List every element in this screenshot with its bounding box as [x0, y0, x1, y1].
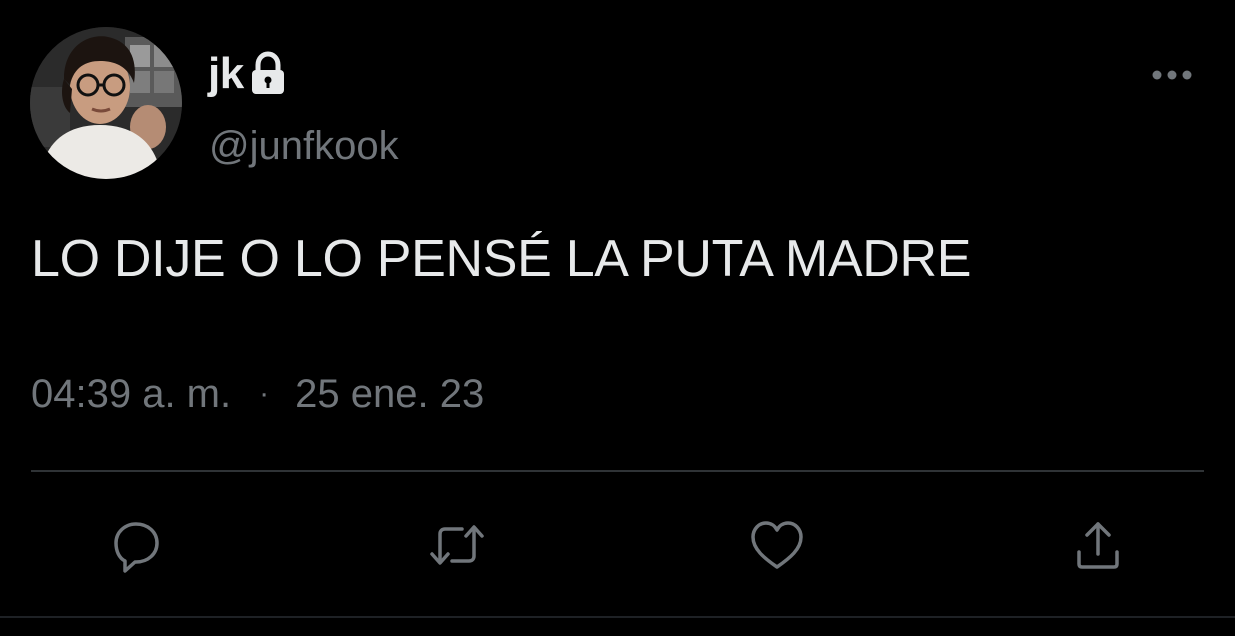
avatar[interactable]	[30, 27, 182, 179]
bottom-divider	[0, 616, 1235, 618]
retweet-button[interactable]	[422, 510, 492, 580]
like-button[interactable]	[742, 510, 812, 580]
divider	[31, 470, 1204, 472]
tweet-detail: jk @junfkook LO DIJE O LO PENSÉ LA PUTA …	[0, 0, 1235, 636]
tweet-text: LO DIJE O LO PENSÉ LA PUTA MADRE	[31, 230, 972, 288]
like-icon	[751, 521, 803, 569]
action-bar	[0, 510, 1235, 580]
tweet-timestamp[interactable]: 04:39 a. m. · 25 ene. 23	[31, 364, 484, 424]
share-icon	[1077, 522, 1119, 569]
share-button[interactable]	[1063, 510, 1133, 580]
author-handle[interactable]: @junfkook	[209, 118, 399, 174]
tweet-time[interactable]: 04:39 a. m.	[31, 372, 231, 417]
meta-separator: ·	[259, 377, 270, 410]
reply-button[interactable]	[101, 510, 171, 580]
reply-icon	[114, 522, 159, 573]
more-options-icon[interactable]	[1148, 60, 1196, 90]
display-name[interactable]: jk	[208, 44, 244, 104]
retweet-icon	[430, 525, 484, 565]
lock-icon	[248, 51, 288, 97]
avatar-image	[30, 27, 182, 179]
author-name-row[interactable]: jk	[208, 44, 288, 104]
tweet-date[interactable]: 25 ene. 23	[295, 372, 484, 417]
